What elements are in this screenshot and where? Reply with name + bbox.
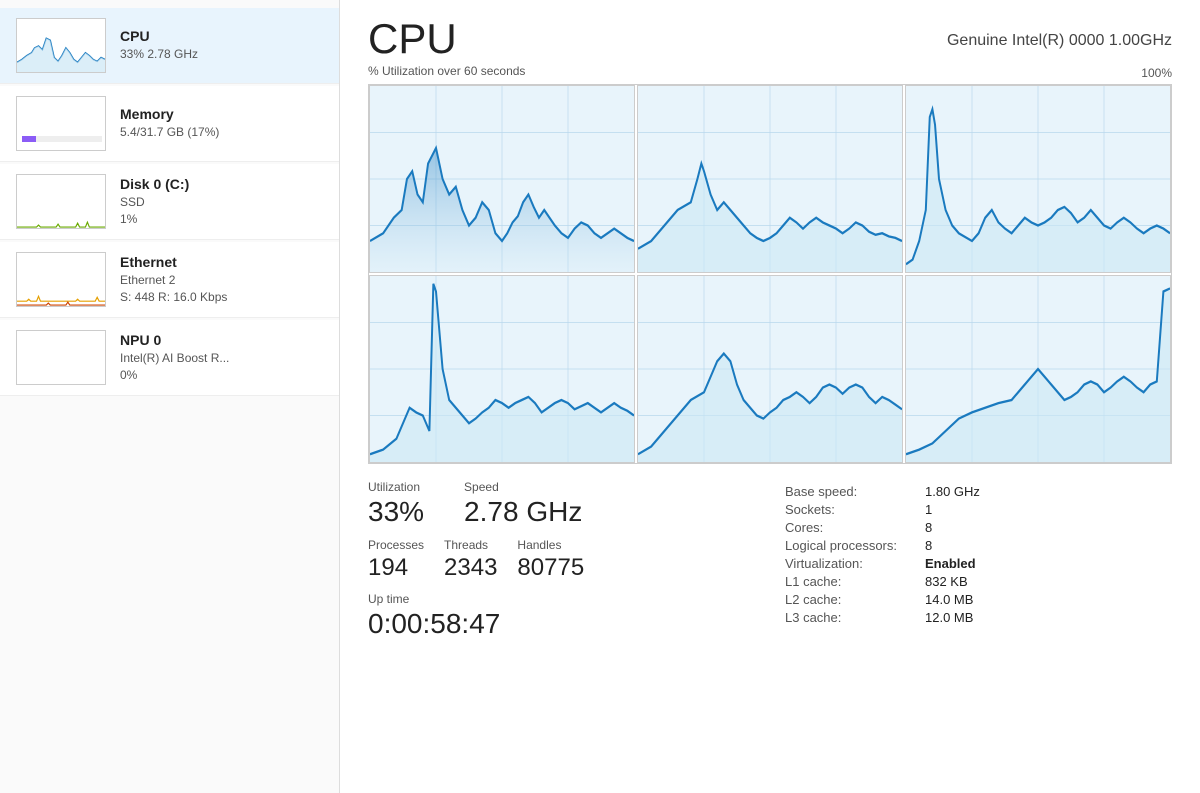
utilization-max: 100% bbox=[1141, 66, 1172, 80]
virtualization-key: Virtualization: bbox=[785, 556, 925, 571]
cores-key: Cores: bbox=[785, 520, 925, 535]
ethernet-title: Ethernet bbox=[120, 254, 323, 270]
processes-label: Processes bbox=[368, 538, 424, 552]
cpu-title: CPU bbox=[120, 28, 323, 44]
cpu-chart-2 bbox=[637, 85, 903, 273]
sidebar-item-memory[interactable]: Memory 5.4/31.7 GB (17%) bbox=[0, 86, 339, 162]
threads-label: Threads bbox=[444, 538, 497, 552]
speed-label: Speed bbox=[464, 480, 582, 494]
disk-sub1: SSD bbox=[120, 194, 323, 211]
util-header-row: % Utilization over 60 seconds 100% bbox=[368, 64, 1172, 82]
memory-info: Memory 5.4/31.7 GB (17%) bbox=[120, 106, 323, 141]
memory-title: Memory bbox=[120, 106, 323, 122]
uptime-block: Up time 0:00:58:47 bbox=[368, 592, 755, 640]
cpu-chart-3 bbox=[905, 85, 1171, 273]
l1-key: L1 cache: bbox=[785, 574, 925, 589]
disk-minimap bbox=[16, 174, 106, 229]
memory-minimap bbox=[16, 96, 106, 151]
bottom-stats-area: Utilization 33% Speed 2.78 GHz Processes… bbox=[368, 480, 1172, 640]
cpu-chart-5 bbox=[637, 275, 903, 463]
speed-value: 2.78 GHz bbox=[464, 496, 582, 528]
l3-key: L3 cache: bbox=[785, 610, 925, 625]
npu-title: NPU 0 bbox=[120, 332, 323, 348]
sockets-val: 1 bbox=[925, 502, 1045, 517]
cpu-minimap bbox=[16, 18, 106, 73]
bottom-left-stats: Utilization 33% Speed 2.78 GHz Processes… bbox=[368, 480, 755, 640]
cpu-charts-grid bbox=[368, 84, 1172, 464]
handles-block: Handles 80775 bbox=[517, 538, 584, 582]
utilization-label: % Utilization over 60 seconds bbox=[368, 64, 525, 78]
cores-val: 8 bbox=[925, 520, 1045, 535]
sidebar-item-cpu[interactable]: CPU 33% 2.78 GHz bbox=[0, 8, 339, 84]
speed-block: Speed 2.78 GHz bbox=[464, 480, 582, 528]
cpu-chart-1 bbox=[369, 85, 635, 273]
base-speed-val: 1.80 GHz bbox=[925, 484, 1045, 499]
processes-threads-handles-row: Processes 194 Threads 2343 Handles 80775 bbox=[368, 538, 755, 582]
cpu-chart-4 bbox=[369, 275, 635, 463]
logical-key: Logical processors: bbox=[785, 538, 925, 553]
page-title: CPU bbox=[368, 18, 457, 60]
processes-block: Processes 194 bbox=[368, 538, 424, 582]
npu-info: NPU 0 Intel(R) AI Boost R... 0% bbox=[120, 332, 323, 384]
utilization-stat-value: 33% bbox=[368, 496, 424, 528]
cpu-info: CPU 33% 2.78 GHz bbox=[120, 28, 323, 63]
ethernet-minimap bbox=[16, 252, 106, 307]
l2-key: L2 cache: bbox=[785, 592, 925, 607]
disk-info: Disk 0 (C:) SSD 1% bbox=[120, 176, 323, 228]
sidebar: CPU 33% 2.78 GHz Memory 5.4/31.7 GB (17%… bbox=[0, 0, 340, 793]
utilization-stat-label: Utilization bbox=[368, 480, 424, 494]
main-panel: CPU Genuine Intel(R) 0000 1.00GHz % Util… bbox=[340, 0, 1200, 793]
threads-value: 2343 bbox=[444, 554, 497, 582]
utilization-block: Utilization 33% bbox=[368, 480, 424, 528]
l3-val: 12.0 MB bbox=[925, 610, 1045, 625]
l1-val: 832 KB bbox=[925, 574, 1045, 589]
virtualization-val: Enabled bbox=[925, 556, 1045, 571]
disk-sub2: 1% bbox=[120, 211, 323, 228]
handles-value: 80775 bbox=[517, 554, 584, 582]
base-speed-key: Base speed: bbox=[785, 484, 925, 499]
uptime-value: 0:00:58:47 bbox=[368, 608, 755, 640]
logical-val: 8 bbox=[925, 538, 1045, 553]
main-header: CPU Genuine Intel(R) 0000 1.00GHz bbox=[368, 18, 1172, 60]
npu-minimap bbox=[16, 330, 106, 385]
uptime-label: Up time bbox=[368, 592, 755, 606]
processes-value: 194 bbox=[368, 554, 424, 582]
specs-table: Base speed: 1.80 GHz Sockets: 1 Cores: 8… bbox=[785, 484, 1172, 625]
l2-val: 14.0 MB bbox=[925, 592, 1045, 607]
util-speed-row: Utilization 33% Speed 2.78 GHz bbox=[368, 480, 755, 528]
ethernet-sub1: Ethernet 2 bbox=[120, 272, 323, 289]
npu-sub2: 0% bbox=[120, 367, 323, 384]
npu-sub1: Intel(R) AI Boost R... bbox=[120, 350, 323, 367]
handles-label: Handles bbox=[517, 538, 584, 552]
sidebar-item-disk[interactable]: Disk 0 (C:) SSD 1% bbox=[0, 164, 339, 240]
sidebar-item-npu[interactable]: NPU 0 Intel(R) AI Boost R... 0% bbox=[0, 320, 339, 396]
bottom-right-specs: Base speed: 1.80 GHz Sockets: 1 Cores: 8… bbox=[785, 480, 1172, 640]
ethernet-info: Ethernet Ethernet 2 S: 448 R: 16.0 Kbps bbox=[120, 254, 323, 306]
cpu-chart-6 bbox=[905, 275, 1171, 463]
sidebar-item-ethernet[interactable]: Ethernet Ethernet 2 S: 448 R: 16.0 Kbps bbox=[0, 242, 339, 318]
cpu-sub: 33% 2.78 GHz bbox=[120, 46, 323, 63]
ethernet-sub2: S: 448 R: 16.0 Kbps bbox=[120, 289, 323, 306]
disk-title: Disk 0 (C:) bbox=[120, 176, 323, 192]
sockets-key: Sockets: bbox=[785, 502, 925, 517]
threads-block: Threads 2343 bbox=[444, 538, 497, 582]
cpu-model-name: Genuine Intel(R) 0000 1.00GHz bbox=[947, 32, 1172, 50]
memory-sub: 5.4/31.7 GB (17%) bbox=[120, 124, 323, 141]
